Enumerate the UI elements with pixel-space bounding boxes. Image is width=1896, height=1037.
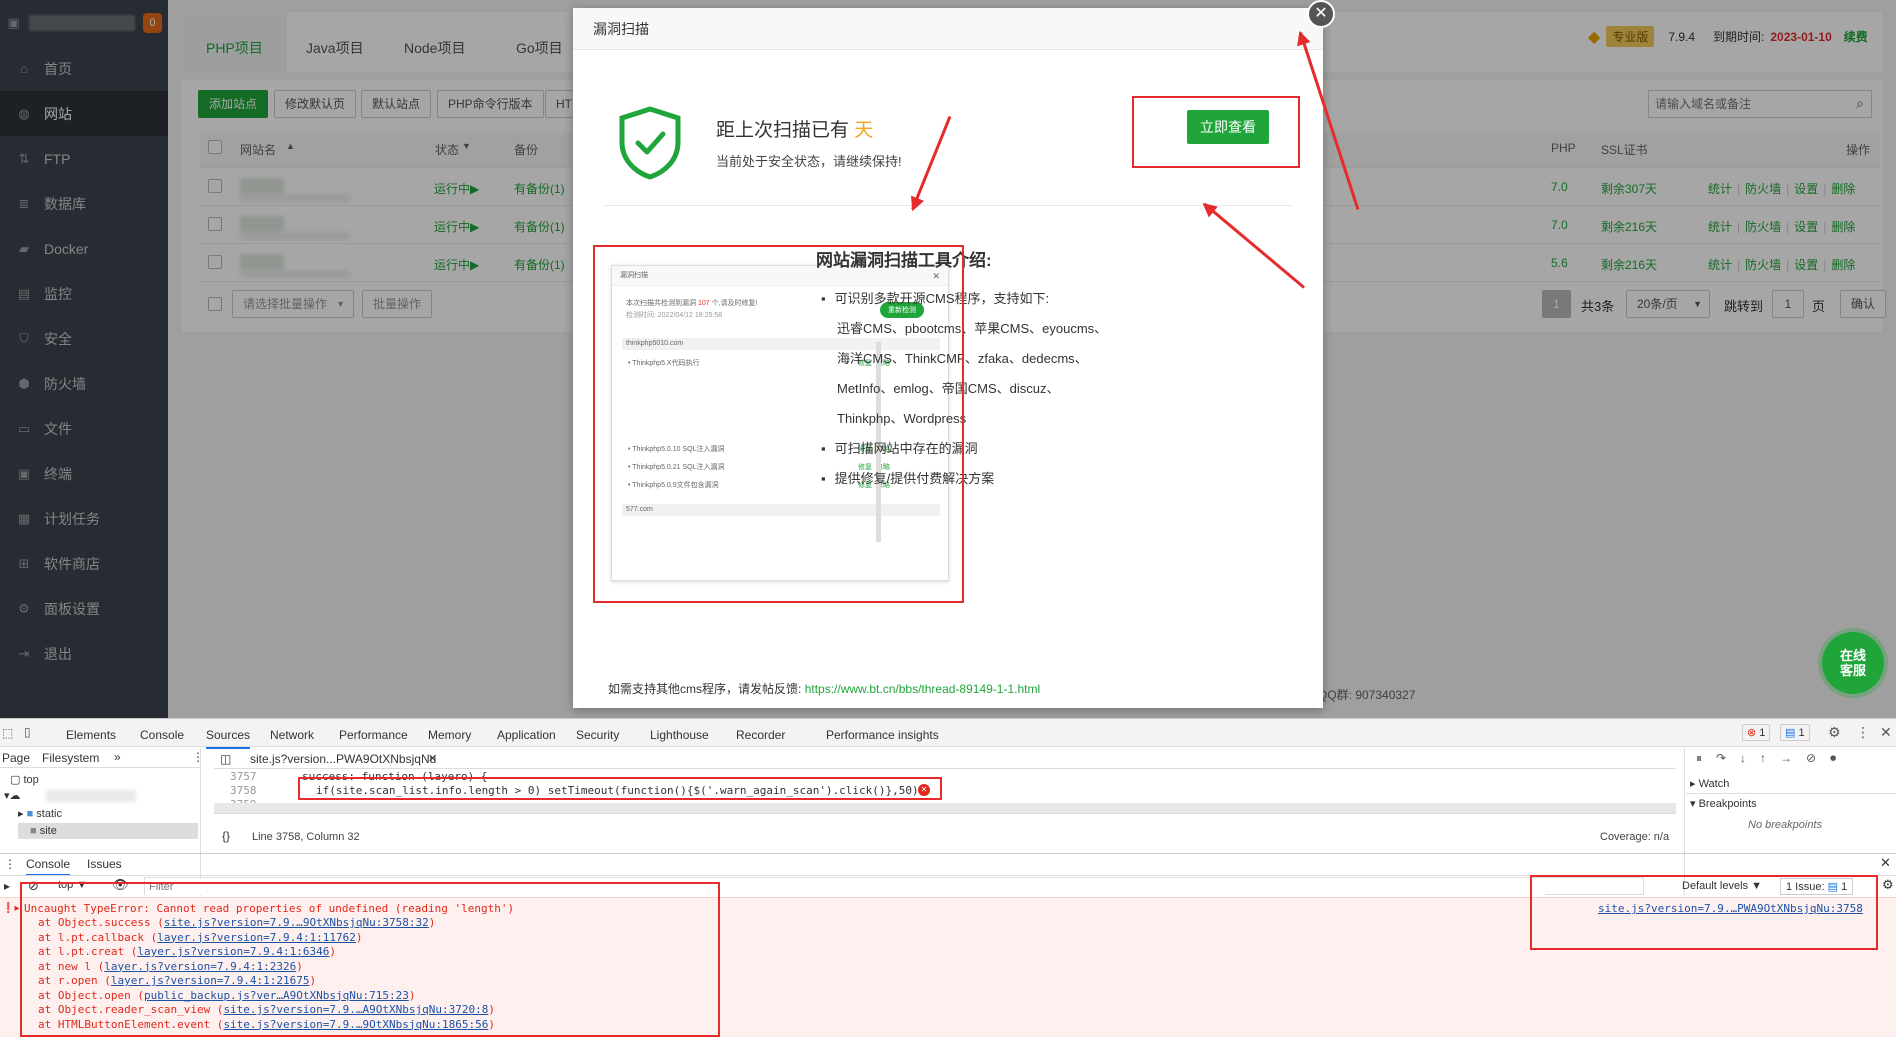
debugger-controls[interactable]: ⏸↷↓↑→⊘⏺ bbox=[1696, 751, 1850, 766]
divider bbox=[1684, 748, 1685, 896]
devtools-tab-elements[interactable]: Elements bbox=[66, 728, 116, 742]
modal-footer: 如需支持其他cms程序，请发帖反馈: https://www.bt.cn/bbs… bbox=[608, 680, 1040, 697]
devtools-tab-security[interactable]: Security bbox=[576, 728, 619, 742]
divider bbox=[0, 853, 1896, 854]
issue-counter[interactable]: ▤ 1 bbox=[1780, 724, 1810, 741]
devtools-tab-application[interactable]: Application bbox=[497, 728, 556, 742]
sidebar-toggle-icon[interactable]: ▸ bbox=[4, 879, 10, 893]
error-counter[interactable]: ⊗ 1 bbox=[1742, 724, 1771, 741]
drawer-tab-console[interactable]: Console bbox=[26, 857, 71, 876]
pretty-print-icon[interactable]: {} bbox=[222, 829, 230, 843]
modal-close-button[interactable]: ✕ bbox=[1307, 0, 1335, 28]
footer-prefix: 如需支持其他cms程序，请发帖反馈: bbox=[608, 682, 802, 696]
cursor-position: Line 3758, Column 32 bbox=[252, 831, 360, 843]
no-breakpoints-text: No breakpoints bbox=[1748, 819, 1822, 831]
devtools-tab-memory[interactable]: Memory bbox=[428, 728, 471, 742]
more-icon[interactable]: ⋮ bbox=[1856, 724, 1870, 741]
tree-top[interactable]: ▢ top bbox=[10, 773, 39, 786]
shield-check-icon bbox=[619, 106, 681, 180]
breakpoints-section[interactable]: ▾ Breakpoints bbox=[1690, 797, 1757, 810]
modal-title: 漏洞扫描 bbox=[573, 8, 1323, 50]
divider bbox=[1686, 793, 1896, 794]
tree-origin[interactable]: ▾☁ bbox=[4, 789, 21, 802]
divider bbox=[200, 748, 201, 896]
annotation-box bbox=[20, 882, 720, 1037]
tree-static[interactable]: ▸ ■ static bbox=[18, 807, 62, 820]
watch-section[interactable]: ▸ Watch bbox=[1690, 777, 1729, 790]
navigator-tabs: Page Filesystem » ⋮ bbox=[0, 748, 204, 768]
feedback-link[interactable]: https://www.bt.cn/bbs/thread-89149-1-1.h… bbox=[805, 682, 1040, 696]
frame-icon: ▢ bbox=[10, 774, 21, 786]
last-scan-prefix: 距上次扫描已有 bbox=[716, 120, 850, 141]
annotation-box bbox=[298, 777, 942, 800]
divider bbox=[214, 768, 1676, 769]
close-icon[interactable]: ✕ bbox=[1880, 724, 1892, 741]
safe-status-text: 当前处于安全状态，请继续保持! bbox=[716, 154, 902, 169]
service-line2: 客服 bbox=[1839, 663, 1866, 678]
line-number: 3758 bbox=[230, 784, 257, 797]
close-icon[interactable]: ✕ bbox=[1880, 855, 1891, 871]
folder-icon: ■ bbox=[26, 808, 34, 820]
error-icon: ❗▸ bbox=[2, 903, 20, 914]
devtools-tab-console[interactable]: Console bbox=[140, 728, 184, 742]
line-number: 3757 bbox=[230, 770, 257, 783]
tree-site[interactable]: ■ site bbox=[18, 823, 198, 839]
origin-redacted bbox=[46, 790, 136, 802]
divider bbox=[603, 205, 1293, 206]
annotation-box bbox=[593, 245, 964, 603]
online-service-button[interactable]: 在线 客服 bbox=[1822, 632, 1884, 694]
drawer-tab-issues[interactable]: Issues bbox=[87, 857, 122, 871]
divider bbox=[214, 813, 1676, 814]
devtools-tab-performance[interactable]: Performance bbox=[339, 728, 408, 742]
devtools-tab-lighthouse[interactable]: Lighthouse bbox=[650, 728, 709, 742]
drawer-menu-icon[interactable]: ⋮ bbox=[4, 857, 16, 871]
close-icon[interactable]: ✕ bbox=[428, 752, 437, 765]
file-tab[interactable]: site.js?version...PWA9OtXNbsjqNu bbox=[250, 752, 436, 766]
devtools-tab-network[interactable]: Network bbox=[270, 728, 314, 742]
cloud-icon: ▾☁ bbox=[4, 790, 21, 802]
close-icon: ✕ bbox=[1314, 5, 1328, 22]
more-tabs-icon[interactable]: » bbox=[114, 750, 121, 764]
devtools-tab-recorder[interactable]: Recorder bbox=[736, 728, 785, 742]
last-scan-text: 距上次扫描已有 天 bbox=[716, 115, 873, 142]
nav-page-tab[interactable]: Page bbox=[2, 751, 30, 765]
device-toggle-icon[interactable]: ▯ bbox=[24, 725, 31, 739]
gear-icon[interactable]: ⚙ bbox=[1828, 724, 1841, 741]
nav-filesystem-tab[interactable]: Filesystem bbox=[42, 751, 99, 765]
inspect-icon[interactable]: ⬚ bbox=[2, 726, 13, 740]
folder-icon: ■ bbox=[30, 825, 37, 837]
annotation-box bbox=[1530, 875, 1878, 950]
coverage-status: Coverage: n/a bbox=[1600, 831, 1670, 843]
gear-icon[interactable]: ⚙ bbox=[1882, 877, 1894, 893]
toggle-navigator-icon[interactable]: ◫ bbox=[220, 752, 231, 766]
devtools-tab-performance-insights[interactable]: Performance insights bbox=[826, 728, 939, 742]
devtools-tab-sources[interactable]: Sources bbox=[206, 728, 251, 749]
horizontal-scrollbar[interactable] bbox=[214, 803, 1676, 813]
last-scan-days: 天 bbox=[854, 120, 874, 141]
service-line1: 在线 bbox=[1839, 648, 1866, 663]
more-icon[interactable]: ⋮ bbox=[192, 750, 204, 764]
annotation-box bbox=[1132, 96, 1300, 168]
